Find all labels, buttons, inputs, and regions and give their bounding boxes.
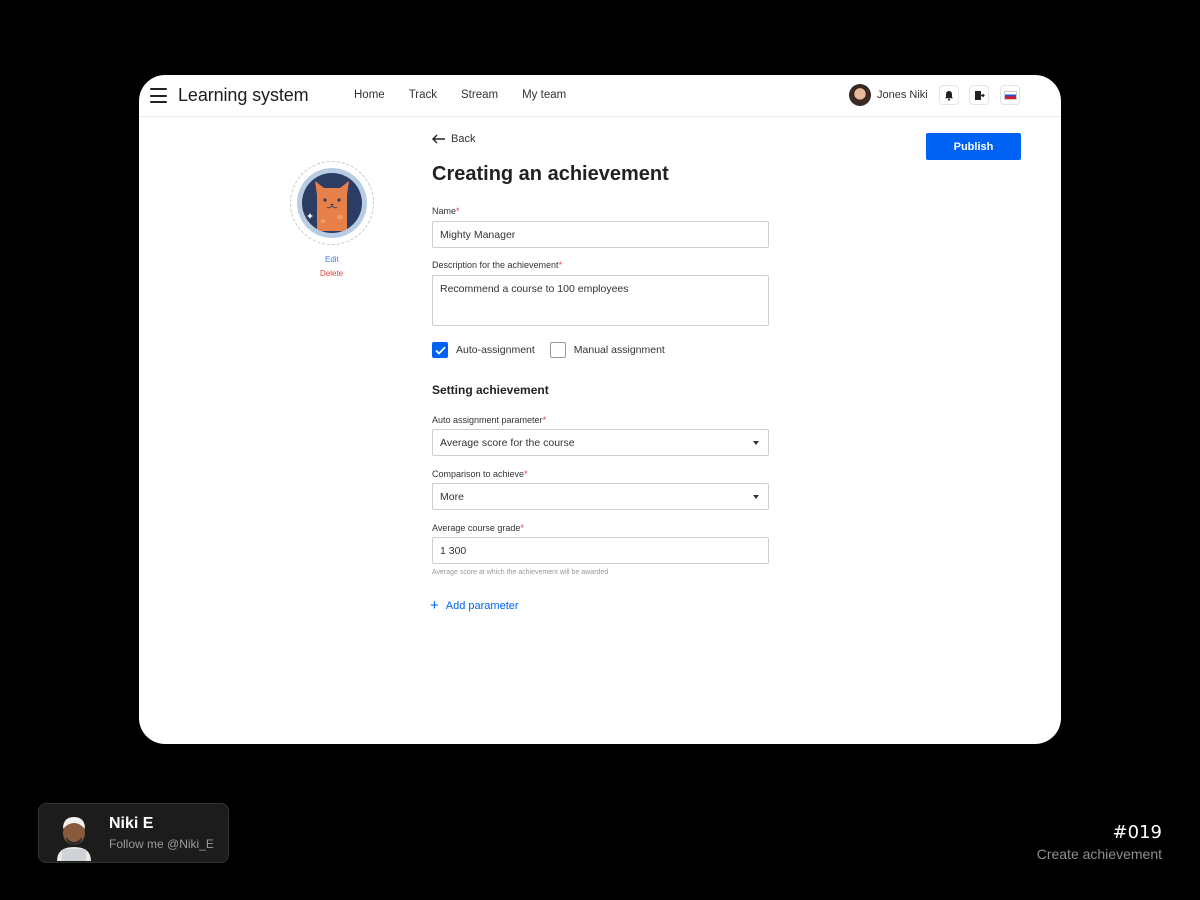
nav-track[interactable]: Track: [409, 89, 437, 101]
caret-down-icon: [753, 441, 759, 445]
name-label: Name*: [432, 206, 460, 216]
author-card: Niki E Follow me @Niki_E: [38, 803, 229, 863]
auto-assignment-label: Auto-assignment: [456, 344, 535, 356]
comparison-select[interactable]: More: [432, 483, 769, 510]
add-parameter-button[interactable]: + Add parameter: [430, 598, 519, 613]
badge-image: [302, 173, 362, 233]
badge-ring: [297, 168, 367, 238]
grade-input[interactable]: 1 300: [432, 537, 769, 564]
nav-stream[interactable]: Stream: [461, 89, 498, 101]
back-link[interactable]: Back: [432, 133, 475, 145]
nav-home[interactable]: Home: [354, 89, 385, 101]
edit-badge-link[interactable]: Edit: [325, 255, 339, 264]
caret-down-icon: [753, 495, 759, 499]
arrow-left-icon: [432, 134, 445, 144]
flag-icon: [1003, 90, 1017, 100]
description-input[interactable]: Recommend a course to 100 employees: [432, 275, 769, 326]
check-icon: [434, 346, 446, 355]
grade-label: Average course grade*: [432, 523, 524, 533]
logout-button[interactable]: [969, 85, 989, 105]
nav-my-team[interactable]: My team: [522, 89, 566, 101]
shot-title: Create achievement: [1036, 846, 1162, 862]
name-input[interactable]: Mighty Manager: [432, 221, 769, 248]
param-select[interactable]: Average score for the course: [432, 429, 769, 456]
description-label: Description for the achievement*: [432, 260, 563, 270]
cat-icon: [307, 181, 349, 231]
main-nav: Home Track Stream My team: [354, 89, 590, 101]
section-title: Setting achievement: [432, 383, 549, 397]
user-name: Jones Niki: [877, 89, 928, 101]
author-handle: Follow me @Niki_E: [109, 837, 214, 851]
delete-badge-link[interactable]: Delete: [320, 269, 343, 278]
app-title: Learning system: [178, 85, 309, 105]
plus-icon: +: [430, 597, 439, 614]
auto-assignment-checkbox[interactable]: [432, 342, 448, 358]
bell-icon: [945, 90, 953, 101]
avatar: [849, 84, 871, 106]
manual-assignment-label: Manual assignment: [573, 344, 665, 356]
user-menu[interactable]: Jones Niki: [849, 84, 928, 106]
memoji-avatar-icon: [57, 817, 91, 861]
comparison-label: Comparison to achieve*: [432, 469, 528, 479]
back-label: Back: [451, 133, 476, 145]
page-title: Creating an achievement: [432, 163, 669, 185]
add-parameter-label: Add parameter: [445, 599, 519, 612]
param-label: Auto assignment parameter*: [432, 415, 547, 425]
logout-icon: [974, 90, 985, 100]
publish-button[interactable]: Publish: [926, 133, 1021, 160]
author-name: Niki E: [109, 815, 154, 832]
app-window: Learning system Home Track Stream My tea…: [139, 75, 1061, 744]
notifications-button[interactable]: [939, 85, 959, 105]
manual-assignment-checkbox[interactable]: [549, 342, 566, 358]
grade-helper-text: Average score at which the achievement w…: [432, 569, 609, 576]
assignment-options: Auto-assignment Manual assignment: [432, 342, 680, 358]
language-button[interactable]: [1000, 85, 1020, 105]
menu-icon[interactable]: [150, 88, 167, 103]
shot-number: #019: [1112, 822, 1162, 843]
achievement-badge[interactable]: [290, 161, 374, 245]
top-bar: Learning system Home Track Stream My tea…: [139, 75, 1061, 117]
